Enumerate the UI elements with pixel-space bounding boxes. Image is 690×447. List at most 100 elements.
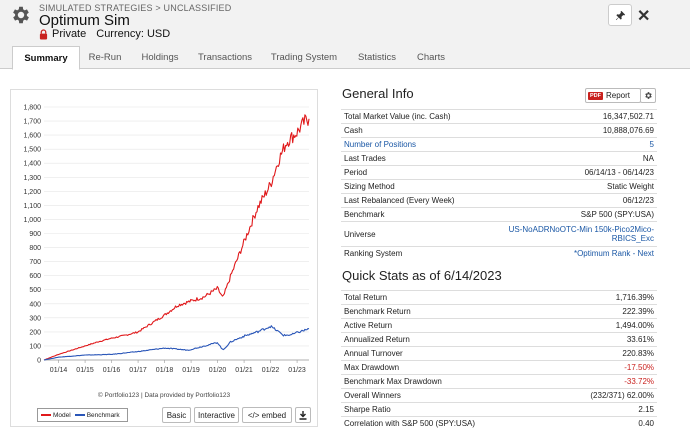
chart-copyright: © Portfolio123 | Data provided by Portfo…	[97, 392, 231, 399]
table-row: Annualized Return 33.61%	[341, 332, 657, 347]
row-value: Static Weight	[478, 179, 657, 194]
row-value: S&P 500 (SPY:USA)	[478, 207, 657, 222]
table-row: Benchmark Max Drawdown -33.72%	[341, 374, 657, 389]
row-label: Last Rebalanced (Every Week)	[341, 193, 479, 208]
table-row: Correlation with S&P 500 (SPY:USA) 0.40	[341, 416, 657, 431]
close-icon[interactable]: ✕	[637, 6, 650, 26]
y-tick-label: 1,800	[23, 105, 41, 112]
row-value: 16,347,502.71	[478, 109, 657, 124]
table-row: Total Return 1,716.39%	[341, 290, 657, 305]
download-button[interactable]	[295, 407, 311, 423]
y-tick-label: 400	[29, 301, 41, 308]
row-value: 06/14/13 - 06/14/23	[478, 165, 657, 180]
pin-button[interactable]	[608, 4, 632, 26]
number-of-positions-link[interactable]: Number of Positions	[341, 137, 479, 152]
x-tick-label: 01/23	[288, 367, 306, 374]
table-row: Cash 10,888,076.69	[341, 123, 657, 138]
table-row: Sharpe Ratio 2.15	[341, 402, 657, 417]
y-tick-label: 1,000	[23, 217, 41, 224]
tab-charts[interactable]: Charts	[408, 46, 454, 69]
row-label: Annualized Return	[341, 332, 551, 347]
tab-statistics[interactable]: Statistics	[348, 46, 406, 69]
ranking-system-link[interactable]: *Optimum Rank - Next	[478, 246, 657, 261]
quick-stats-table: Total Return 1,716.39% Benchmark Return …	[341, 290, 657, 431]
table-row: Ranking System *Optimum Rank - Next	[341, 246, 657, 261]
row-value: (232/371) 62.00%	[550, 388, 657, 403]
basic-button[interactable]: Basic	[162, 407, 191, 423]
row-label: Active Return	[341, 318, 551, 333]
y-tick-label: 1,400	[23, 161, 41, 168]
row-label: Universe	[341, 221, 479, 247]
legend-benchmark-swatch	[74, 414, 85, 416]
lock-icon	[39, 28, 48, 39]
x-tick-label: 01/19	[182, 367, 200, 374]
tab-rerun[interactable]: Re-Run	[80, 46, 130, 69]
tab-summary[interactable]: Summary	[12, 46, 80, 70]
series-line-benchmark	[43, 325, 310, 361]
privacy-label: Private	[52, 28, 87, 40]
pin-icon	[615, 10, 625, 20]
table-row: Number of Positions 5	[341, 137, 657, 152]
table-row: Active Return 1,494.00%	[341, 318, 657, 333]
row-label: Max Drawdown	[341, 360, 551, 375]
universe-line-1: US-NoADRNoOTC-Min 150k-Pico2Mico-	[508, 225, 654, 234]
row-label: Overall Winners	[341, 388, 551, 403]
row-label: Benchmark Return	[341, 304, 551, 319]
gear-icon[interactable]	[10, 4, 32, 26]
row-value: 33.61%	[550, 332, 657, 347]
y-tick-label: 1,100	[23, 203, 41, 210]
row-label: Cash	[341, 123, 479, 138]
y-tick-label: 700	[29, 259, 41, 266]
x-tick-label: 01/21	[235, 367, 253, 374]
table-row: Last Rebalanced (Every Week) 06/12/23	[341, 193, 657, 208]
table-row: Benchmark S&P 500 (SPY:USA)	[341, 207, 657, 222]
y-tick-label: 1,200	[23, 189, 41, 196]
row-label: Total Return	[341, 290, 551, 305]
row-value: 0.40	[550, 416, 657, 431]
row-label: Sizing Method	[341, 179, 479, 194]
y-tick-label: 200	[29, 329, 41, 336]
tab-bar: Summary Re-Run Holdings Transactions Tra…	[0, 46, 690, 70]
chart-legend: Model Benchmark	[37, 408, 128, 422]
row-label: Benchmark	[341, 207, 479, 222]
performance-chart[interactable]: 0 100 200 300 400 500 600 700 800 900 1,000 1,100 1,…	[11, 90, 317, 390]
performance-chart-panel: 0 100 200 300 400 500 600 700 800 900 1,000 1,100 1,…	[10, 89, 318, 427]
table-row: Sizing Method Static Weight	[341, 179, 657, 194]
pdf-icon: PDF	[588, 91, 603, 100]
strategy-meta: Private Currency: USD	[39, 28, 170, 40]
report-settings-button[interactable]	[640, 88, 656, 103]
tab-transactions[interactable]: Transactions	[190, 46, 260, 69]
row-value: -17.50%	[550, 360, 657, 375]
legend-model[interactable]: Model	[41, 412, 71, 419]
y-tick-label: 300	[29, 315, 41, 322]
y-tick-label: 500	[29, 287, 41, 294]
tab-holdings[interactable]: Holdings	[132, 46, 188, 69]
interactive-button[interactable]: Interactive	[194, 407, 239, 423]
legend-model-swatch	[41, 414, 51, 416]
number-of-positions-value-link[interactable]: 5	[478, 137, 657, 152]
x-tick-label: 01/15	[76, 367, 94, 374]
embed-button[interactable]: </> embed	[242, 407, 292, 423]
x-tick-label: 01/18	[156, 367, 174, 374]
y-tick-label: 900	[29, 231, 41, 238]
row-label: Annual Turnover	[341, 346, 551, 361]
currency-label: Currency: USD	[96, 28, 171, 40]
tab-trading-system[interactable]: Trading System	[262, 46, 346, 69]
row-label: Benchmark Max Drawdown	[341, 374, 551, 389]
universe-link[interactable]: US-NoADRNoOTC-Min 150k-Pico2Mico- RBICS_…	[478, 221, 657, 247]
page-title: Optimum Sim	[39, 12, 130, 29]
x-tick-label: 01/14	[50, 367, 68, 374]
table-row: Last Trades NA	[341, 151, 657, 166]
row-label: Sharpe Ratio	[341, 402, 551, 417]
legend-model-label: Model	[53, 411, 71, 419]
y-tick-label: 1,300	[23, 175, 41, 182]
row-value: 1,494.00%	[550, 318, 657, 333]
table-row: Total Market Value (inc. Cash) 16,347,50…	[341, 109, 657, 124]
row-value: -33.72%	[550, 374, 657, 389]
row-label: Correlation with S&P 500 (SPY:USA)	[341, 416, 551, 431]
y-tick-label: 600	[29, 273, 41, 280]
report-button[interactable]: PDF Report	[585, 88, 641, 103]
general-info-table: Total Market Value (inc. Cash) 16,347,50…	[341, 109, 657, 261]
legend-benchmark[interactable]: Benchmark	[74, 412, 120, 419]
y-tick-label: 1,500	[23, 147, 41, 154]
